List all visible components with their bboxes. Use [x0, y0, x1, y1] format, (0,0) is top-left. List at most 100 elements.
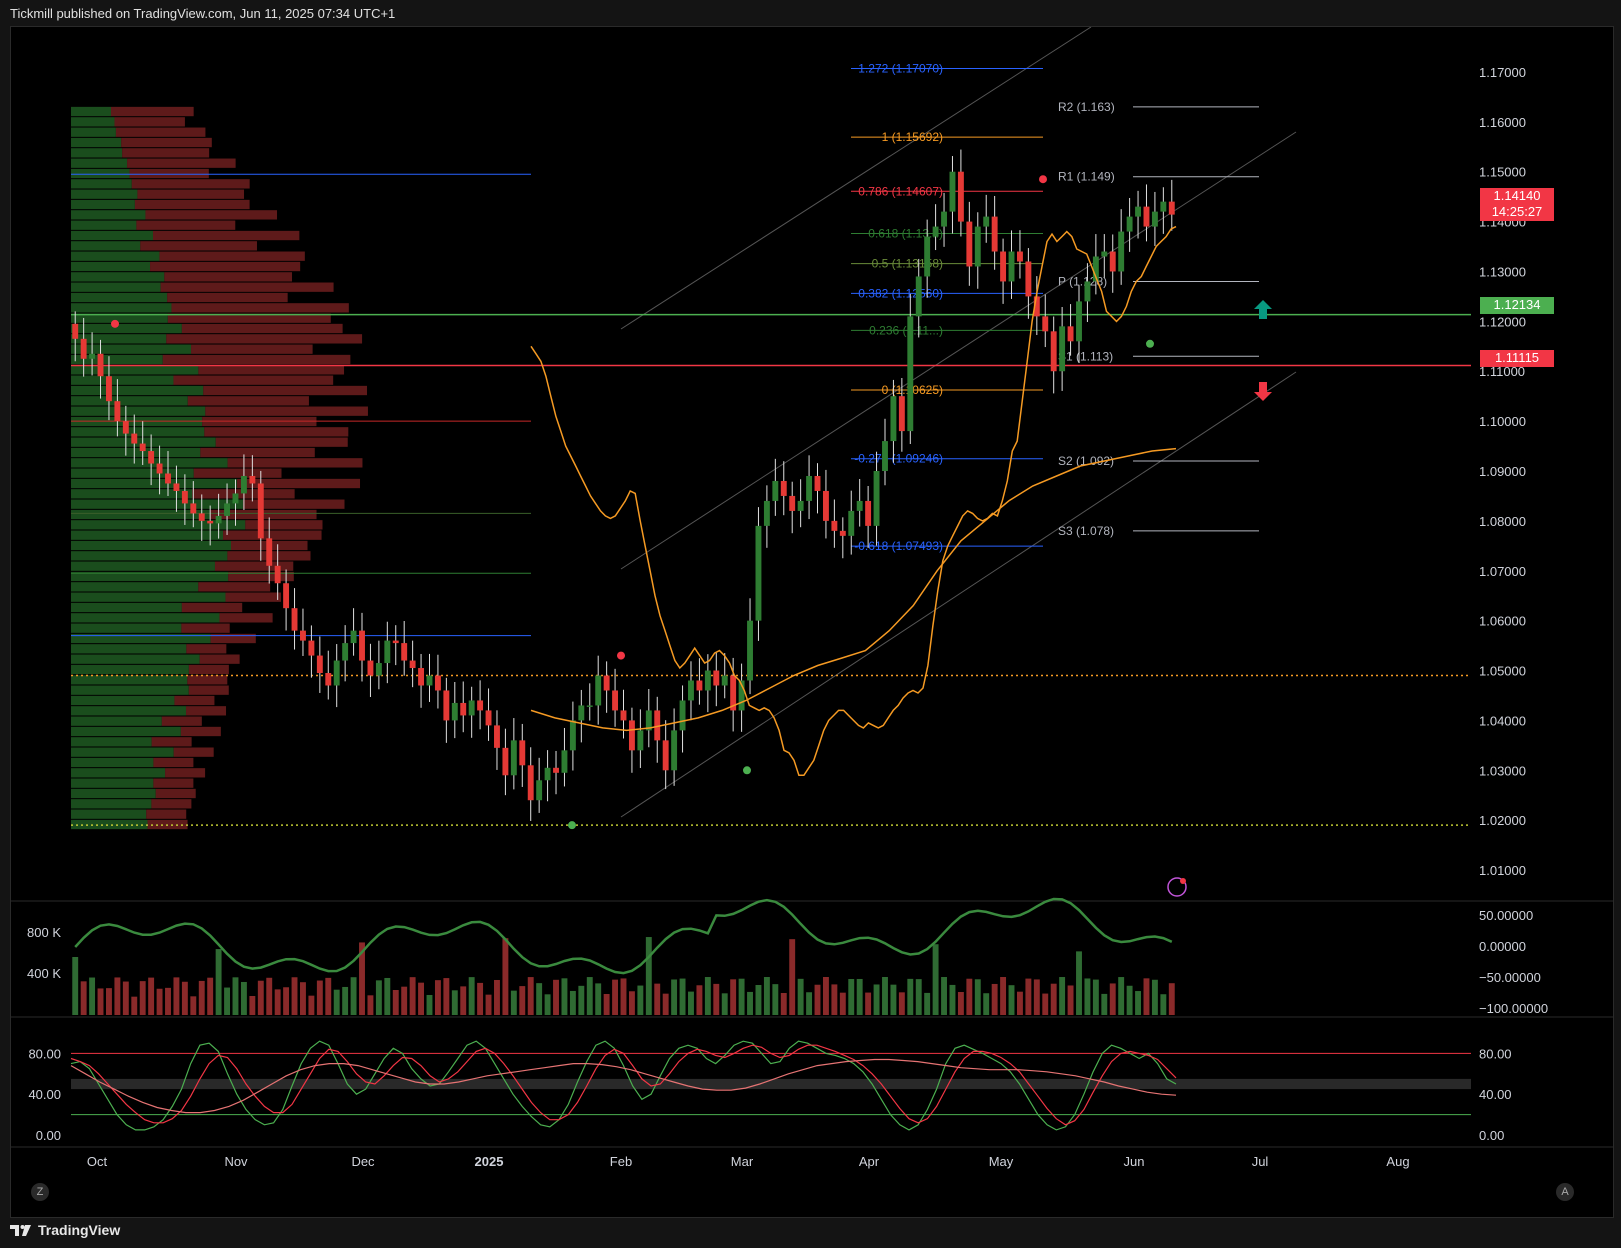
stoch-tick-right: 0.00: [1479, 1128, 1504, 1143]
volume-profile-down-bar: [136, 220, 236, 230]
volume-profile-down-bar: [152, 230, 300, 241]
sell-signal-dot: [617, 651, 625, 660]
volume-bar: [181, 981, 188, 1015]
candle-body: [291, 608, 298, 631]
volume-bar: [544, 994, 551, 1015]
candle-body: [527, 765, 534, 801]
volume-profile-up-bar: [71, 117, 115, 127]
volume-bar: [603, 993, 610, 1015]
price-tick: 1.01000: [1479, 863, 1526, 878]
candle-body: [1067, 326, 1074, 342]
volume-profile-up-bar: [71, 406, 206, 416]
price-tick: 1.07000: [1479, 564, 1526, 579]
candle-body: [1008, 251, 1015, 282]
volume-profile-down-bar: [173, 375, 334, 385]
stoch-tick-right: 40.00: [1479, 1087, 1512, 1102]
volume-bar: [789, 939, 796, 1015]
auto-scale-button[interactable]: A: [1556, 1183, 1574, 1201]
candle-body: [207, 520, 214, 524]
price-tick: 1.16000: [1479, 115, 1526, 130]
volume-profile-down-bar: [134, 199, 250, 210]
candle-body: [165, 473, 171, 484]
volume-profile-down-bar: [167, 292, 288, 303]
candle-body: [941, 211, 947, 227]
chart-svg[interactable]: 1.170001.160001.150001.140001.130001.120…: [11, 27, 1613, 1217]
candle-body: [1143, 206, 1150, 227]
fib-level-label: 1.272 (1.17070): [858, 61, 943, 75]
candle-body: [586, 705, 593, 707]
candle-body: [485, 710, 492, 726]
last-price-value: 1.14140: [1493, 188, 1541, 203]
volume-profile-up-bar: [71, 778, 154, 788]
volume-profile-down-bar: [188, 685, 229, 695]
zoom-button[interactable]: Z: [31, 1183, 49, 1201]
volume-profile-down-bar: [199, 654, 240, 664]
candle-body: [240, 475, 247, 494]
candle-body: [156, 463, 163, 474]
volume-bar: [148, 977, 155, 1015]
time-axis-label: Nov: [224, 1154, 248, 1169]
candle-body: [384, 640, 391, 664]
volume-profile-up-bar: [71, 654, 200, 664]
volume-bar: [654, 983, 661, 1015]
candle-body: [1016, 251, 1023, 262]
price-tick: 1.02000: [1479, 813, 1526, 828]
volume-profile-down-bar: [198, 365, 345, 375]
price-tick: 1.13000: [1479, 264, 1526, 279]
candle-body: [434, 675, 441, 691]
candle-body: [1135, 206, 1141, 217]
volume-profile-down-bar: [159, 251, 305, 261]
candle-body: [1126, 216, 1133, 232]
candle-body: [814, 475, 821, 491]
volume-bar: [822, 977, 829, 1015]
candle-body: [1076, 301, 1082, 342]
volume-bar: [797, 978, 804, 1015]
volume-profile-up-bar: [71, 664, 189, 675]
candle-body: [494, 725, 500, 748]
footer: TradingView: [10, 1222, 120, 1238]
volume-profile-up-bar: [71, 478, 237, 489]
candle-body: [688, 680, 694, 701]
volume-bar: [578, 985, 585, 1015]
volume-profile-down-bar: [219, 613, 273, 623]
volume-bar: [527, 977, 534, 1015]
candle-body: [983, 216, 990, 227]
volume-profile-down-bar: [193, 468, 282, 478]
volume-bar: [780, 992, 787, 1015]
candle-body: [359, 630, 365, 661]
volume-bar: [1008, 985, 1015, 1015]
candle-body: [603, 675, 610, 691]
volume-profile-up-bar: [71, 540, 232, 551]
volume-bar: [856, 978, 863, 1015]
time-axis-label: Apr: [859, 1154, 880, 1169]
volume-profile-up-bar: [71, 179, 132, 189]
price-tick: 1.06000: [1479, 614, 1526, 629]
volume-bar: [1033, 979, 1040, 1015]
candle-body: [283, 583, 290, 609]
volume-profile-up-bar: [71, 106, 111, 117]
volume-bar: [932, 944, 939, 1015]
volume-bar: [468, 977, 475, 1015]
volume-bar: [198, 980, 205, 1015]
volume-bar: [131, 996, 138, 1015]
volume-bar: [983, 993, 990, 1015]
volume-bar: [426, 994, 433, 1015]
volume-profile-down-bar: [198, 582, 271, 592]
volume-bar: [696, 985, 703, 1015]
volume-bar: [553, 979, 559, 1015]
candle-body: [375, 663, 382, 676]
volume-bar: [106, 988, 112, 1015]
volume-profile-up-bar: [71, 292, 168, 303]
volume-profile-down-bar: [166, 334, 363, 344]
volume-bar: [949, 984, 956, 1015]
chart-frame[interactable]: 1.17000 1.16000 1.15000 1.14000 1.13000 1.120…: [10, 26, 1614, 1218]
candle-body: [308, 640, 315, 656]
volume-profile-down-bar: [188, 664, 229, 675]
volume-profile-down-bar: [223, 530, 322, 540]
volume-bar: [494, 979, 500, 1015]
candle-body: [333, 660, 340, 686]
volume-profile-up-bar: [71, 447, 201, 458]
volume-profile-down-bar: [227, 458, 363, 468]
volume-bar: [451, 990, 458, 1015]
sell-signal-dot: [111, 319, 119, 328]
